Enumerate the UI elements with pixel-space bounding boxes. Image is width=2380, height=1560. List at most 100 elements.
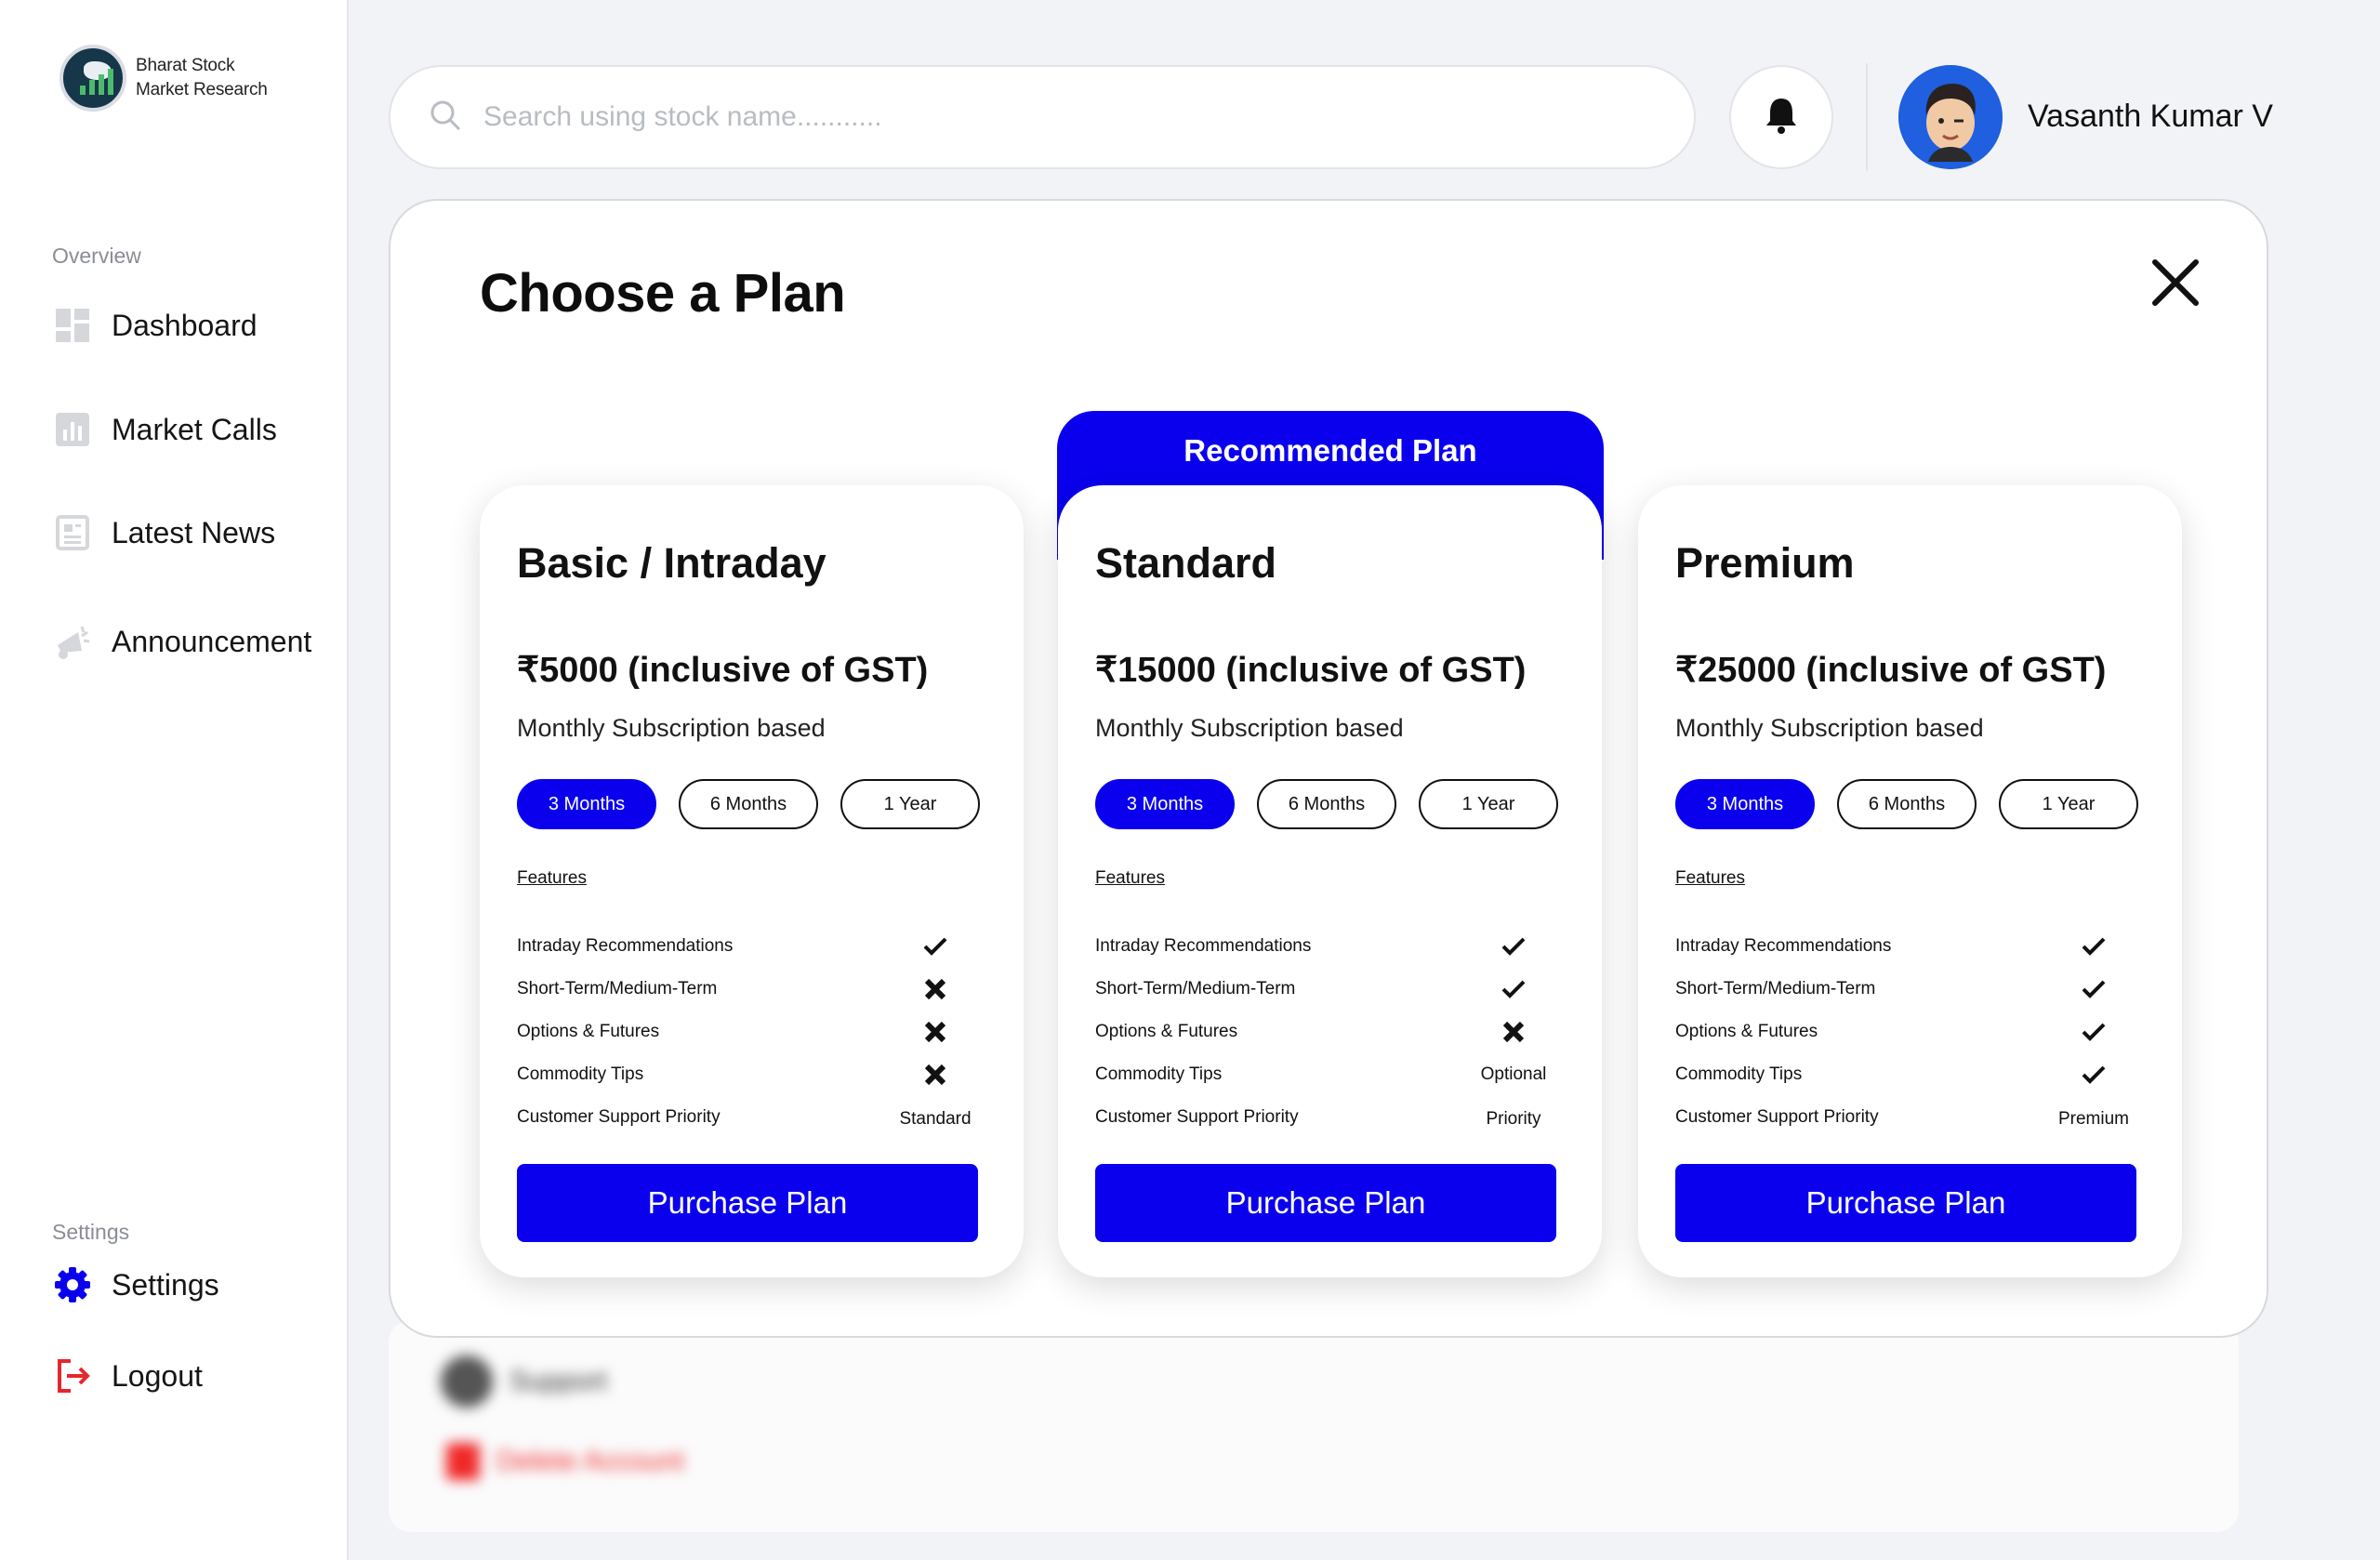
feature-value: Standard	[899, 1109, 972, 1129]
cross-icon	[884, 1020, 986, 1044]
feature-name: Customer Support Priority	[517, 1107, 721, 1127]
megaphone-icon	[54, 623, 91, 660]
feature-name: Commodity Tips	[1095, 1064, 1223, 1084]
user-name[interactable]: Vasanth Kumar V	[2028, 99, 2273, 135]
feature-row: Intraday Recommendations	[1095, 928, 1565, 965]
feature-name: Commodity Tips	[1675, 1064, 1803, 1084]
feature-name: Short-Term/Medium-Term	[1095, 979, 1296, 998]
feature-row: Short-Term/Medium-Term	[517, 971, 986, 1008]
check-icon	[1462, 935, 1565, 958]
check-icon	[2043, 1021, 2145, 1043]
brand-name: Bharat Stock Market Research	[136, 56, 268, 99]
plan-card-basic: Basic / Intraday ₹5000 (inclusive of GST…	[480, 485, 1024, 1277]
sidebar-item-dashboard[interactable]: Dashboard	[54, 307, 258, 344]
plan-price: ₹25000 (inclusive of GST)	[1675, 651, 2107, 690]
bar-chart-icon	[54, 411, 91, 448]
sidebar-item-logout[interactable]: Logout	[54, 1357, 203, 1395]
check-icon	[2043, 935, 2145, 958]
search-input[interactable]	[483, 101, 1599, 133]
feature-row: Customer Support Priority Standard	[517, 1099, 986, 1136]
sidebar-item-label: Market Calls	[112, 412, 277, 446]
feature-row: Options & Futures	[1675, 1013, 2145, 1051]
feature-name: Intraday Recommendations	[517, 936, 734, 956]
search-bar[interactable]	[389, 65, 1696, 169]
features-label: Features	[1095, 868, 1165, 888]
feature-name: Intraday Recommendations	[1095, 936, 1312, 956]
check-icon	[2043, 978, 2145, 1000]
brand-logo[interactable]: Bharat Stock Market Research	[60, 45, 268, 112]
sidebar-item-latest-news[interactable]: Latest News	[54, 514, 275, 551]
sidebar-item-market-calls[interactable]: Market Calls	[54, 411, 277, 448]
plan-name: Premium	[1675, 539, 1855, 587]
plan-price: ₹5000 (inclusive of GST)	[517, 651, 929, 690]
duration-6-months[interactable]: 6 Months	[1837, 779, 1977, 829]
delete-account-label: Delete Account	[496, 1446, 684, 1476]
feature-row: Commodity Tips	[517, 1056, 986, 1093]
sidebar-item-announcement[interactable]: Announcement	[54, 623, 311, 660]
close-button[interactable]	[2148, 255, 2203, 311]
feature-name: Options & Futures	[1095, 1022, 1238, 1041]
feature-name: Short-Term/Medium-Term	[1675, 979, 1876, 998]
purchase-plan-button[interactable]: Purchase Plan	[1675, 1164, 2136, 1242]
duration-6-months[interactable]: 6 Months	[1257, 779, 1396, 829]
feature-name: Short-Term/Medium-Term	[517, 979, 718, 998]
settings-section-label: Settings	[52, 1220, 130, 1244]
bell-icon	[1763, 96, 1800, 139]
features-label: Features	[1675, 868, 1745, 888]
delete-icon	[446, 1443, 480, 1480]
check-icon	[884, 935, 986, 958]
avatar[interactable]	[1898, 65, 2003, 169]
gear-icon	[54, 1266, 91, 1303]
modal-title: Choose a Plan	[480, 263, 846, 324]
notification-button[interactable]	[1729, 65, 1833, 169]
duration-3-months[interactable]: 3 Months	[517, 779, 656, 829]
logout-icon	[54, 1357, 91, 1395]
plan-name: Standard	[1095, 539, 1277, 587]
support-label: Support	[509, 1366, 608, 1396]
sidebar: Bharat Stock Market Research Overview Da…	[0, 0, 349, 1560]
duration-3-months[interactable]: 3 Months	[1675, 779, 1815, 829]
feature-value: Optional	[1480, 1064, 1547, 1084]
search-icon	[428, 98, 463, 138]
duration-selector: 3 Months 6 Months 1 Year	[517, 779, 980, 829]
feature-row: Intraday Recommendations	[1675, 928, 2145, 965]
feature-row: Options & Futures	[517, 1013, 986, 1051]
feature-row: Short-Term/Medium-Term	[1675, 971, 2145, 1008]
support-item-blurred: Support	[441, 1355, 607, 1408]
duration-1-year[interactable]: 1 Year	[1419, 779, 1558, 829]
sidebar-item-label: Latest News	[112, 515, 276, 549]
feature-row: Commodity Tips	[1675, 1056, 2145, 1093]
sidebar-item-label: Settings	[112, 1267, 219, 1302]
feature-name: Customer Support Priority	[1675, 1107, 1879, 1127]
duration-6-months[interactable]: 6 Months	[679, 779, 818, 829]
cross-icon	[884, 977, 986, 1001]
duration-3-months[interactable]: 3 Months	[1095, 779, 1235, 829]
purchase-plan-button[interactable]: Purchase Plan	[1095, 1164, 1556, 1242]
sidebar-item-settings[interactable]: Settings	[54, 1266, 219, 1303]
feature-row: Customer Support Priority Priority	[1095, 1099, 1565, 1136]
choose-plan-modal: Choose a Plan Recommended Plan Basic / I…	[389, 199, 2268, 1338]
bull-logo-icon	[60, 45, 126, 112]
feature-row: Short-Term/Medium-Term	[1095, 971, 1565, 1008]
support-icon	[441, 1355, 493, 1408]
duration-1-year[interactable]: 1 Year	[840, 779, 980, 829]
feature-name: Options & Futures	[1675, 1022, 1818, 1041]
cross-icon	[1462, 1020, 1565, 1044]
plan-subtitle: Monthly Subscription based	[1675, 714, 1984, 742]
header-divider	[1866, 63, 1868, 171]
feature-row: Customer Support Priority Premium	[1675, 1099, 2145, 1136]
plan-subtitle: Monthly Subscription based	[517, 714, 826, 742]
feature-name: Customer Support Priority	[1095, 1107, 1299, 1127]
duration-selector: 3 Months 6 Months 1 Year	[1675, 779, 2138, 829]
purchase-plan-button[interactable]: Purchase Plan	[517, 1164, 978, 1242]
check-icon	[2043, 1064, 2145, 1086]
feature-row: Options & Futures	[1095, 1013, 1565, 1051]
plan-price: ₹15000 (inclusive of GST)	[1095, 651, 1527, 690]
feature-name: Commodity Tips	[517, 1064, 644, 1084]
plan-name: Basic / Intraday	[517, 539, 826, 587]
feature-value: Premium	[2057, 1109, 2129, 1129]
feature-row: Commodity Tips Optional	[1095, 1056, 1565, 1093]
feature-value: Priority	[1486, 1109, 1541, 1129]
duration-1-year[interactable]: 1 Year	[1999, 779, 2138, 829]
features-label: Features	[517, 868, 587, 888]
